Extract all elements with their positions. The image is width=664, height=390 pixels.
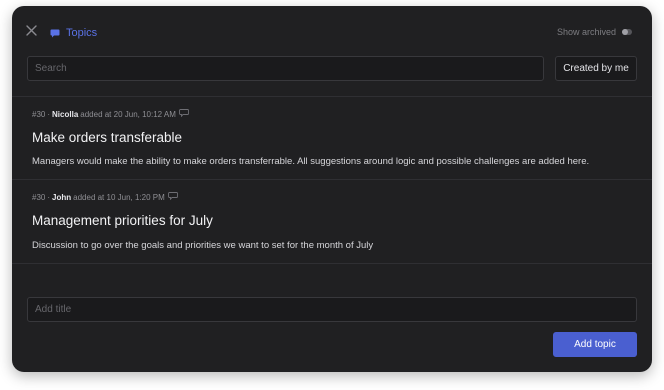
chat-bubble-icon (50, 29, 60, 37)
comment-icon (167, 192, 178, 202)
topic-added-time: added at 20 Jun, 10:12 AM (80, 109, 176, 119)
search-input[interactable] (27, 56, 544, 81)
meta-separator: · (47, 109, 51, 119)
show-archived-label: Show archived (556, 27, 616, 37)
topic-description: Discussion to go over the goals and prio… (32, 240, 374, 251)
add-topic-button[interactable]: Add topic (553, 332, 637, 357)
topic-meta: #30 · John added at 10 Jun, 1:20 PM (32, 192, 178, 202)
created-by-me-button[interactable]: Created by me (555, 56, 637, 81)
topic-number: #30 (32, 109, 46, 119)
page-title: Topics (66, 27, 98, 39)
topic-item[interactable]: #30 · Nicolla added at 20 Jun, 10:12 AM … (12, 97, 652, 179)
topic-author: Nicolla (52, 109, 79, 119)
topic-item[interactable]: #30 · John added at 10 Jun, 1:20 PM Mana… (12, 180, 652, 263)
topic-author: John (52, 192, 72, 202)
show-archived-toggle[interactable]: Show archived (557, 27, 632, 37)
toggle-knob (622, 29, 628, 35)
topic-added-time: added at 10 Jun, 1:20 PM (73, 192, 165, 202)
topic-number: #30 (32, 192, 46, 202)
topic-title: Management priorities for July (32, 213, 213, 228)
panel-header: Topics Show archived (12, 6, 652, 50)
topic-title: Make orders transferable (32, 130, 183, 145)
add-title-input[interactable] (27, 297, 637, 322)
toggle-switch[interactable] (622, 29, 632, 35)
topics-panel: Topics Show archived Created by me #30 ·… (12, 6, 652, 372)
topic-meta: #30 · Nicolla added at 20 Jun, 10:12 AM (32, 109, 189, 119)
topics-title[interactable]: Topics (50, 26, 97, 40)
topic-description: Managers would make the ability to make … (32, 156, 590, 167)
meta-separator: · (47, 192, 51, 202)
close-icon (26, 25, 37, 36)
close-button[interactable] (26, 25, 42, 41)
comment-icon (178, 109, 189, 119)
divider (12, 263, 652, 264)
